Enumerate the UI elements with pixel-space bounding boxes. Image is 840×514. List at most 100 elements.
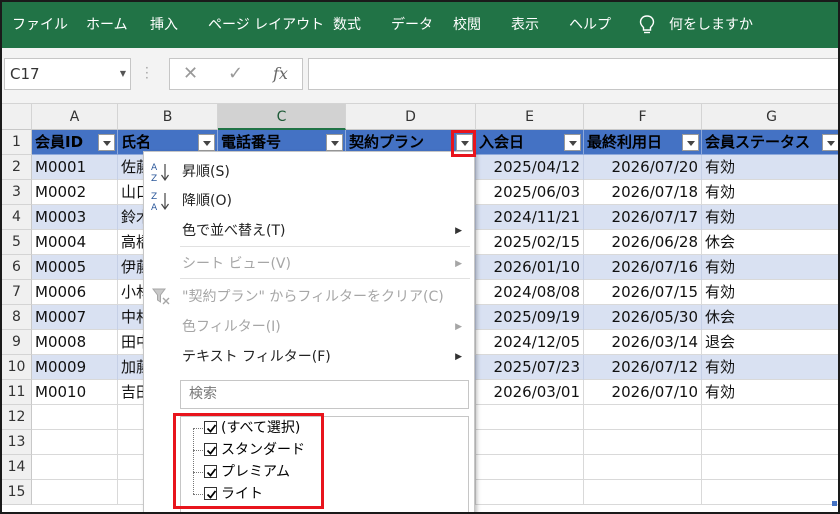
- table-cell[interactable]: 2026/07/18: [584, 180, 702, 205]
- table-cell[interactable]: [476, 480, 584, 505]
- filter-dropdown-button[interactable]: [98, 134, 115, 151]
- cancel-icon[interactable]: ✕: [183, 59, 198, 89]
- column-header-c[interactable]: C: [218, 104, 346, 130]
- table-cell[interactable]: 2025/04/12: [476, 155, 584, 180]
- row-header[interactable]: 3: [2, 180, 32, 205]
- tab-view[interactable]: 表示: [511, 2, 539, 48]
- table-cell[interactable]: 2026/03/01: [476, 380, 584, 405]
- column-header-a[interactable]: A: [32, 104, 118, 130]
- table-cell[interactable]: [584, 455, 702, 480]
- text-filter-item[interactable]: テキスト フィルター(F) ▶: [144, 343, 474, 371]
- table-cell[interactable]: 有効: [702, 355, 838, 380]
- column-header-g[interactable]: G: [702, 104, 838, 130]
- table-cell[interactable]: [32, 405, 118, 430]
- table-cell[interactable]: 2025/07/23: [476, 355, 584, 380]
- table-cell[interactable]: 2026/01/10: [476, 255, 584, 280]
- name-box[interactable]: C17 ▼: [4, 58, 131, 90]
- table-resize-handle[interactable]: [832, 501, 837, 506]
- tab-page-layout[interactable]: ページ レイアウト: [208, 2, 324, 48]
- table-cell[interactable]: 休会: [702, 305, 838, 330]
- table-cell[interactable]: [476, 455, 584, 480]
- table-cell[interactable]: 2026/05/30: [584, 305, 702, 330]
- tell-me-search[interactable]: 何をしますか: [669, 2, 753, 48]
- table-cell[interactable]: M0006: [32, 280, 118, 305]
- sort-ascending-item[interactable]: A Z 昇順(S): [144, 158, 474, 186]
- table-cell[interactable]: [32, 430, 118, 455]
- table-cell[interactable]: 2025/09/19: [476, 305, 584, 330]
- row-header[interactable]: 11: [2, 380, 32, 405]
- table-cell[interactable]: M0007: [32, 305, 118, 330]
- tab-review[interactable]: 校閲: [453, 2, 481, 48]
- table-cell[interactable]: M0002: [32, 180, 118, 205]
- header-cell[interactable]: 会員ステータス: [702, 130, 838, 155]
- filter-dropdown-button[interactable]: [564, 134, 581, 151]
- table-cell[interactable]: 2024/11/21: [476, 205, 584, 230]
- row-header[interactable]: 6: [2, 255, 32, 280]
- table-cell[interactable]: [32, 480, 118, 505]
- tab-home[interactable]: ホーム: [86, 2, 128, 48]
- column-header-e[interactable]: E: [476, 104, 584, 130]
- filter-dropdown-button[interactable]: [326, 134, 343, 151]
- filter-dropdown-button[interactable]: [822, 134, 838, 151]
- table-cell[interactable]: 2025/06/03: [476, 180, 584, 205]
- row-header[interactable]: 5: [2, 230, 32, 255]
- select-all-corner[interactable]: [2, 104, 32, 130]
- column-header-f[interactable]: F: [584, 104, 702, 130]
- table-cell[interactable]: 有効: [702, 380, 838, 405]
- table-cell[interactable]: 休会: [702, 230, 838, 255]
- sort-descending-item[interactable]: Z A 降順(O): [144, 187, 474, 215]
- table-cell[interactable]: 2024/08/08: [476, 280, 584, 305]
- table-cell[interactable]: M0009: [32, 355, 118, 380]
- row-header[interactable]: 7: [2, 280, 32, 305]
- table-cell[interactable]: M0008: [32, 330, 118, 355]
- table-cell[interactable]: [584, 430, 702, 455]
- table-cell[interactable]: [702, 430, 838, 455]
- table-cell[interactable]: [702, 480, 838, 505]
- table-cell[interactable]: 2025/02/15: [476, 230, 584, 255]
- row-header[interactable]: 4: [2, 205, 32, 230]
- table-cell[interactable]: 有効: [702, 180, 838, 205]
- table-cell[interactable]: 2026/07/16: [584, 255, 702, 280]
- filter-search-input[interactable]: 検索: [180, 380, 469, 409]
- table-cell[interactable]: 2026/03/14: [584, 330, 702, 355]
- row-header[interactable]: 14: [2, 455, 32, 480]
- table-cell[interactable]: [584, 480, 702, 505]
- table-cell[interactable]: [32, 455, 118, 480]
- table-cell[interactable]: 有効: [702, 155, 838, 180]
- table-cell[interactable]: [702, 455, 838, 480]
- table-cell[interactable]: [476, 430, 584, 455]
- tab-help[interactable]: ヘルプ: [569, 2, 611, 48]
- chevron-down-icon[interactable]: ▼: [120, 59, 126, 89]
- table-cell[interactable]: M0010: [32, 380, 118, 405]
- table-cell[interactable]: [702, 405, 838, 430]
- row-header[interactable]: 10: [2, 355, 32, 380]
- tab-data[interactable]: データ: [391, 2, 433, 48]
- table-cell[interactable]: [476, 405, 584, 430]
- tab-insert[interactable]: 挿入: [150, 2, 178, 48]
- table-cell[interactable]: 2026/06/28: [584, 230, 702, 255]
- tab-file[interactable]: ファイル: [12, 2, 68, 48]
- column-header-d[interactable]: D: [346, 104, 476, 130]
- table-cell[interactable]: [584, 405, 702, 430]
- row-header[interactable]: 15: [2, 480, 32, 505]
- row-header[interactable]: 1: [2, 130, 32, 155]
- sort-by-color-item[interactable]: 色で並べ替え(T) ▶: [144, 217, 474, 245]
- table-cell[interactable]: 2026/07/15: [584, 280, 702, 305]
- enter-check-icon[interactable]: ✓: [228, 59, 243, 89]
- drag-handle-icon[interactable]: · · ·: [145, 62, 149, 84]
- filter-dropdown-button[interactable]: [682, 134, 699, 151]
- table-cell[interactable]: M0003: [32, 205, 118, 230]
- table-cell[interactable]: 2026/07/10: [584, 380, 702, 405]
- table-cell[interactable]: M0001: [32, 155, 118, 180]
- formula-input[interactable]: [308, 58, 838, 90]
- table-cell[interactable]: M0005: [32, 255, 118, 280]
- table-cell[interactable]: 2024/12/05: [476, 330, 584, 355]
- row-header[interactable]: 12: [2, 405, 32, 430]
- table-cell[interactable]: 退会: [702, 330, 838, 355]
- row-header[interactable]: 8: [2, 305, 32, 330]
- table-cell[interactable]: 2026/07/17: [584, 205, 702, 230]
- tab-formulas[interactable]: 数式: [333, 2, 361, 48]
- table-cell[interactable]: M0004: [32, 230, 118, 255]
- row-header[interactable]: 2: [2, 155, 32, 180]
- table-cell[interactable]: 2026/07/20: [584, 155, 702, 180]
